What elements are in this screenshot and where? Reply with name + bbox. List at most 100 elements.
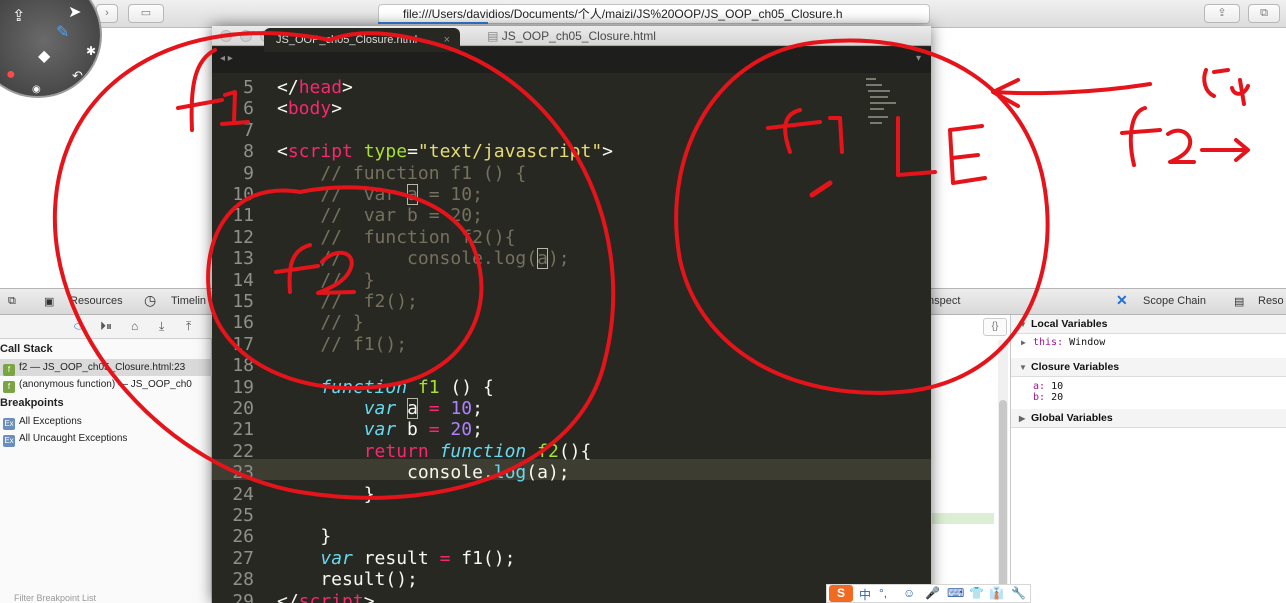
- pretty-print-button[interactable]: {}: [983, 318, 1007, 336]
- screen: › ▭ file:///Users/davidios/Documents/个人/…: [0, 0, 1286, 603]
- address-bar[interactable]: file:///Users/davidios/Documents/个人/maiz…: [378, 4, 930, 24]
- tab-dropdown-icon[interactable]: ▾: [916, 53, 921, 64]
- line-number: 15: [232, 291, 254, 312]
- breakpoint-filter-input[interactable]: Filter Breakpoint List: [0, 593, 212, 603]
- tabs-overview-button[interactable]: ⧉: [1248, 4, 1280, 23]
- minimap[interactable]: [866, 76, 906, 136]
- code-line-26: }: [277, 526, 332, 548]
- close-window-button[interactable]: [220, 30, 232, 42]
- dock-icon[interactable]: ⧉: [8, 295, 16, 308]
- annotation-tool-palette: ⇪ ➤ ✎ ◆ ✱ ● ↶ ◉: [0, 0, 102, 98]
- line-number: 25: [232, 505, 254, 526]
- disclosure-closed-icon: ▶: [1021, 338, 1026, 347]
- exception-icon: Ex: [3, 435, 15, 447]
- line-number: 17: [232, 333, 254, 355]
- tab-resources[interactable]: Resources: [70, 295, 123, 307]
- tab-timeline[interactable]: Timelin: [171, 295, 206, 307]
- line-number: 5: [243, 77, 254, 98]
- call-stack-frame[interactable]: f (anonymous function) — JS_OOP_ch0: [0, 376, 212, 393]
- file-icon: ▤: [487, 29, 502, 43]
- browser-toolbar: › ▭ file:///Users/davidios/Documents/个人/…: [0, 0, 1286, 28]
- var-key: a:: [1033, 381, 1046, 392]
- handwritten-f2-arrow: [1120, 106, 1250, 167]
- line-number: 20: [232, 398, 254, 419]
- call-stack-title: Call Stack: [0, 343, 53, 355]
- breakpoint-label: All Exceptions: [19, 416, 82, 427]
- tab-scope-chain[interactable]: Scope Chain: [1143, 295, 1206, 307]
- scope-arrow: [991, 78, 1152, 108]
- tab-scroll-arrows-icon[interactable]: ◂ ▸: [220, 53, 233, 64]
- highlighter-icon[interactable]: ●: [6, 66, 16, 84]
- closure-variables-title: Closure Variables: [1031, 361, 1120, 373]
- ime-language-toggle[interactable]: 中: [859, 586, 871, 603]
- code-line-29: </script>: [277, 590, 375, 603]
- var-key: b:: [1033, 392, 1046, 403]
- tab-resources-right[interactable]: Reso: [1258, 295, 1284, 307]
- line-number: 10: [232, 184, 254, 205]
- closure-var-a: a: 10: [1033, 381, 1063, 392]
- window-title: JS_OOP_ch05_Closure.html: [501, 29, 656, 43]
- wrench-icon[interactable]: 🔧: [1011, 586, 1026, 600]
- line-number: 6: [243, 98, 254, 120]
- breakpoint-item[interactable]: Ex All Uncaught Exceptions: [0, 430, 212, 447]
- local-this-row[interactable]: ▶ this: Window: [1021, 337, 1105, 348]
- eraser-icon[interactable]: ◆: [38, 46, 50, 66]
- breakpoint-item[interactable]: Ex All Exceptions: [0, 413, 212, 430]
- local-variables-title: Local Variables: [1031, 318, 1108, 330]
- skin-icon[interactable]: 👕: [969, 586, 984, 600]
- var-value: 10: [1051, 381, 1064, 392]
- close-tab-icon[interactable]: ×: [444, 28, 450, 52]
- line-number: 26: [232, 526, 254, 548]
- resources-right-icon: ▤: [1234, 296, 1245, 308]
- global-variables-title: Global Variables: [1031, 412, 1113, 424]
- handwritten-scribble-top-right: [1202, 68, 1250, 106]
- record-icon[interactable]: ◉: [32, 84, 41, 95]
- closure-variables-header[interactable]: ▼ Closure Variables: [1011, 358, 1286, 377]
- step-over-icon[interactable]: ⌂: [131, 319, 138, 333]
- minimize-window-button[interactable]: [240, 30, 252, 42]
- sogou-icon[interactable]: S: [829, 585, 853, 602]
- code-line-27: var result = f1();: [320, 547, 516, 569]
- tab-inspect[interactable]: nspect: [928, 295, 960, 307]
- microphone-icon[interactable]: 🎤: [925, 586, 940, 600]
- tab-closure-html[interactable]: JS_OOP_ch05_Closure.html ×: [264, 28, 460, 52]
- ime-punctuation-toggle[interactable]: °,: [879, 586, 887, 600]
- code-line-10: // var a = 10;: [277, 184, 483, 205]
- debugger-controls: ⬭ ⏵⏸ ⌂ ⤓ ⤒: [0, 315, 212, 339]
- line-number: 24: [232, 483, 254, 505]
- page-load-progress: [378, 22, 488, 24]
- line-number: 19: [232, 376, 254, 398]
- line-number: 9: [243, 162, 254, 184]
- line-number: 23: [232, 462, 254, 484]
- sidebar-toggle-button[interactable]: ▭: [128, 4, 164, 23]
- local-variables-header[interactable]: ▼ Local Variables: [1011, 315, 1286, 334]
- pen-icon[interactable]: ✎: [56, 22, 69, 42]
- share-icon[interactable]: ⇪: [12, 6, 25, 26]
- timeline-icon: ◷: [144, 292, 157, 308]
- pointer-icon[interactable]: ➤: [68, 2, 81, 22]
- line-number: 12: [232, 226, 254, 248]
- code-line-5: </head>: [277, 77, 353, 98]
- line-number: 8: [243, 141, 254, 163]
- code-editor-window: ▤ JS_OOP_ch05_Closure.html ◂ ▸ JS_OOP_ch…: [212, 26, 931, 603]
- settings-icon[interactable]: ✱: [86, 44, 96, 58]
- code-line-6: <body>: [277, 98, 343, 120]
- keyboard-icon[interactable]: ⌨: [947, 586, 964, 600]
- code-line-14: // }: [277, 269, 375, 291]
- shirt-icon[interactable]: 👔: [989, 586, 1004, 600]
- breakpoints-toggle-icon[interactable]: ⬭: [74, 319, 84, 334]
- tab-label: JS_OOP_ch05_Closure.html: [276, 34, 418, 46]
- undo-icon[interactable]: ↶: [72, 68, 83, 84]
- code-line-20: var a = 10;: [363, 398, 483, 419]
- global-variables-header[interactable]: ▶ Global Variables: [1011, 409, 1286, 428]
- code-line-24: }: [277, 483, 375, 505]
- step-into-icon[interactable]: ⤓: [159, 319, 164, 334]
- call-stack-frame[interactable]: f f2 — JS_OOP_ch05_Closure.html:23: [0, 359, 212, 376]
- continue-icon[interactable]: ⏵⏸: [100, 319, 112, 334]
- code-line-15: // f2();: [277, 291, 418, 312]
- step-out-icon[interactable]: ⤒: [186, 319, 191, 334]
- share-button[interactable]: ⇪: [1204, 4, 1240, 23]
- ime-status-bar: S 中 °, ☺ 🎤 ⌨ 👕 👔 🔧: [826, 584, 1031, 603]
- emoji-icon[interactable]: ☺: [903, 586, 915, 600]
- source-scroll-thumb[interactable]: [999, 400, 1007, 600]
